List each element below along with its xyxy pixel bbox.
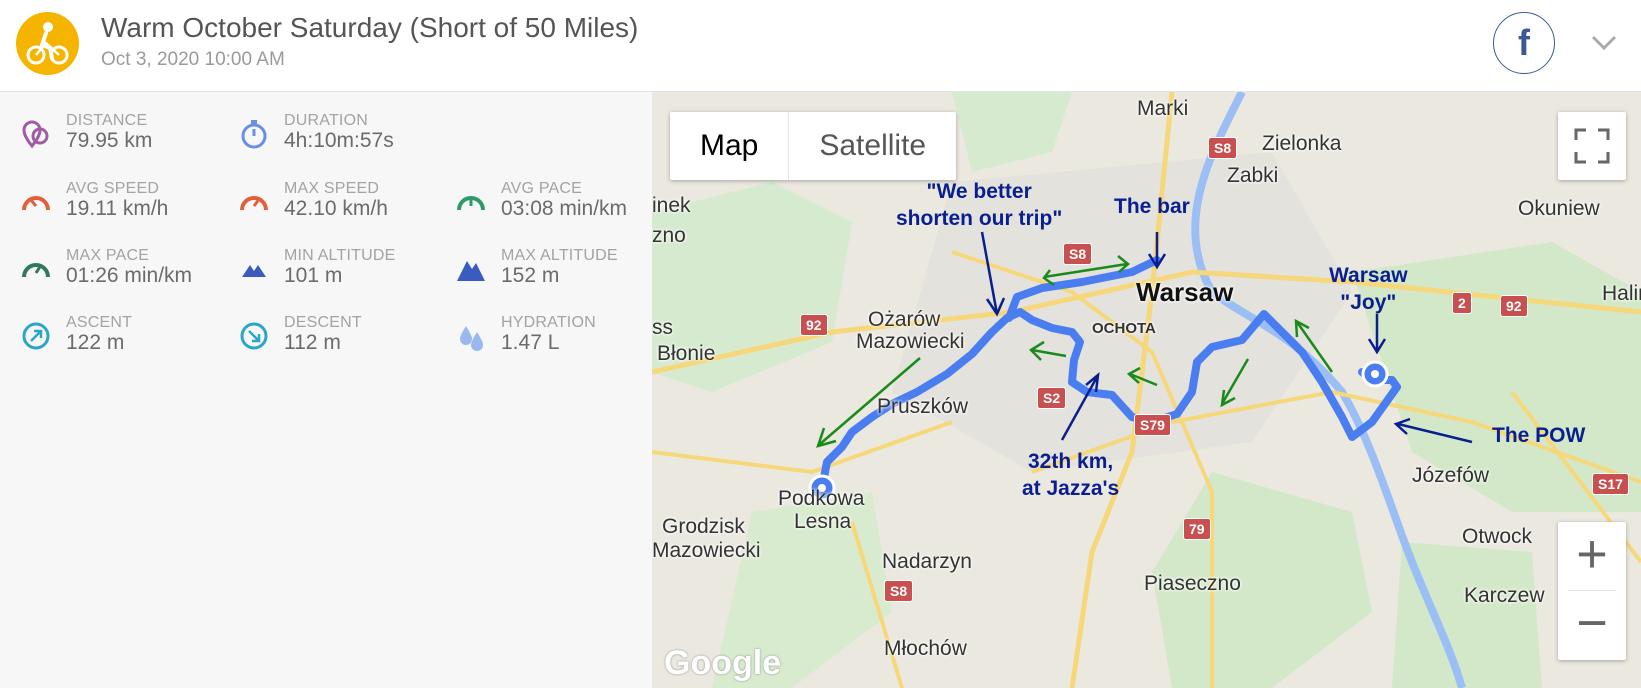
- annotation-line: "Joy": [1340, 291, 1397, 314]
- road-shield: S17: [1592, 473, 1629, 495]
- descent-arrow-icon: [240, 322, 268, 350]
- stat-value: 122 m: [66, 331, 125, 354]
- place-label: Otwock: [1462, 525, 1533, 548]
- place-label: Marki: [1137, 97, 1189, 120]
- pace-gauge-icon: [22, 263, 50, 278]
- speedometer-icon: [240, 196, 268, 211]
- road-shield: 92: [800, 314, 828, 336]
- stat-label: ASCENT: [66, 314, 133, 331]
- google-logo[interactable]: Google: [664, 644, 781, 683]
- annotation-shorten-trip: "We better shorten our trip": [896, 178, 1062, 232]
- ascent-arrow-icon: [22, 322, 50, 350]
- route-map[interactable]: Map Satellite + − Marki Zielonka Zabki O…: [652, 92, 1641, 688]
- place-label: Piaseczno: [1144, 572, 1241, 595]
- stat-label: AVG PACE: [501, 180, 583, 197]
- stat-label: AVG SPEED: [66, 180, 160, 197]
- place-label: Karczew: [1464, 584, 1545, 607]
- stopwatch-icon: [241, 120, 267, 149]
- place-label: ss: [652, 316, 673, 339]
- stat-label: DESCENT: [284, 314, 362, 331]
- place-label: Grodzisk: [662, 515, 745, 538]
- stat-value: 42.10 km/h: [284, 197, 388, 220]
- stat-label: MAX PACE: [66, 247, 150, 264]
- place-label: inek: [652, 194, 691, 217]
- stat-label: HYDRATION: [501, 314, 596, 331]
- place-label: Lesna: [794, 510, 852, 533]
- annotation-line: at Jazza's: [1022, 477, 1120, 500]
- speedometer-icon: [22, 196, 50, 211]
- place-label: Zielonka: [1262, 132, 1342, 155]
- annotation-line: 32th km,: [1028, 450, 1114, 473]
- road-shield: 79: [1183, 518, 1211, 540]
- annotation-32th-km: 32th km, at Jazza's: [1022, 448, 1119, 502]
- stat-label: MAX ALTITUDE: [501, 247, 618, 264]
- zoom-in-button[interactable]: +: [1558, 522, 1626, 590]
- annotation-line: "We better: [926, 180, 1032, 203]
- annotation-line: Warsaw: [1329, 264, 1408, 287]
- road-shield: 92: [1500, 295, 1528, 317]
- place-label: Okuniew: [1518, 197, 1600, 220]
- mountain-icon: [457, 261, 485, 281]
- activity-title: Warm October Saturday (Short of 50 Miles…: [101, 12, 639, 43]
- stat-value: 79.95 km: [66, 129, 153, 152]
- activity-header: Warm October Saturday (Short of 50 Miles…: [0, 0, 1641, 92]
- annotation-warsaw-joy: Warsaw "Joy": [1329, 262, 1408, 316]
- stats-panel: DISTANCE 79.95 km DURATION 4h:10m:57s AV…: [0, 92, 652, 688]
- road-shield: S79: [1134, 414, 1171, 436]
- road-shield: 2: [1452, 292, 1472, 314]
- annotation-the-pow: The POW: [1492, 424, 1586, 447]
- place-label: Zabki: [1227, 164, 1279, 187]
- distance-pin-icon: [22, 120, 49, 149]
- stat-value: 01:26 min/km: [66, 264, 193, 287]
- place-label-warsaw: Warsaw: [1136, 277, 1234, 307]
- fullscreen-icon: [1574, 128, 1610, 164]
- pace-gauge-icon: [457, 196, 485, 211]
- road-shield: S8: [884, 580, 914, 602]
- stat-value: 152 m: [501, 264, 560, 287]
- stat-value: 19.11 km/h: [66, 197, 169, 220]
- map-type-map-button[interactable]: Map: [670, 112, 790, 180]
- place-label: Młochów: [884, 637, 967, 660]
- place-label: Mazowiecki: [856, 330, 965, 353]
- place-label: Nadarzyn: [882, 550, 972, 573]
- zoom-out-button[interactable]: −: [1558, 591, 1626, 659]
- bicycle-icon: [16, 12, 79, 75]
- place-label: zno: [652, 224, 686, 247]
- place-label: Halin: [1602, 282, 1641, 305]
- water-drops-icon: [460, 326, 483, 351]
- stat-label: MIN ALTITUDE: [284, 247, 396, 264]
- place-label: Pruszków: [877, 395, 969, 418]
- mountain-icon: [242, 265, 266, 277]
- stat-value: 101 m: [284, 264, 343, 287]
- stat-value: 1.47 L: [501, 331, 560, 354]
- stat-value: 4h:10m:57s: [284, 129, 394, 152]
- chevron-down-icon[interactable]: [1589, 28, 1619, 58]
- annotation-line: shorten our trip": [896, 207, 1063, 230]
- road-shield: S2: [1037, 387, 1067, 409]
- facebook-share-button[interactable]: f: [1493, 12, 1555, 74]
- stat-value: 112 m: [284, 331, 341, 354]
- place-label: Józefów: [1412, 464, 1490, 487]
- stat-label: DISTANCE: [66, 112, 148, 129]
- stat-value: 03:08 min/km: [501, 197, 628, 220]
- place-label: Błonie: [657, 342, 716, 365]
- activity-datetime: Oct 3, 2020 10:00 AM: [101, 49, 285, 70]
- place-label: Mazowiecki: [652, 539, 761, 562]
- road-shield: S8: [1063, 243, 1093, 265]
- zoom-control: + −: [1558, 522, 1626, 660]
- map-type-control: Map Satellite: [670, 112, 957, 180]
- fullscreen-button[interactable]: [1558, 112, 1626, 180]
- place-label: Ożarów: [868, 308, 941, 331]
- stat-label: MAX SPEED: [284, 180, 380, 197]
- place-label: OCHOTA: [1092, 320, 1156, 337]
- place-label: Podkowa: [778, 487, 865, 510]
- stat-label: DURATION: [284, 112, 368, 129]
- map-type-satellite-button[interactable]: Satellite: [789, 112, 956, 180]
- annotation-the-bar: The bar: [1114, 195, 1190, 218]
- road-shield: S8: [1208, 137, 1238, 159]
